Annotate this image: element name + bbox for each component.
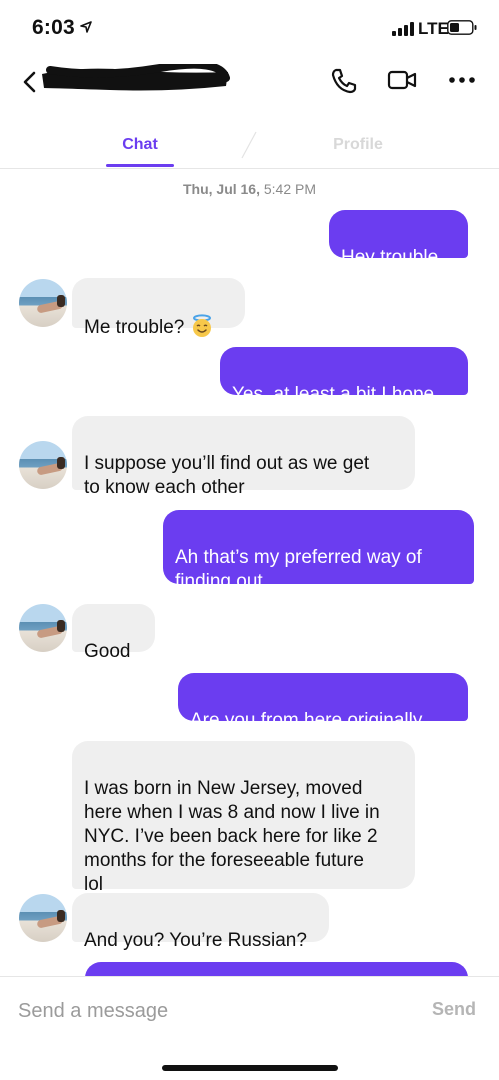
- message-text: Me trouble?: [84, 317, 185, 338]
- incoming-message[interactable]: And you? You’re Russian?: [72, 893, 329, 951]
- message-text: Ah that’s my preferred way of finding ou…: [175, 547, 422, 592]
- incoming-message[interactable]: I suppose you’ll find out as we get to k…: [72, 416, 415, 498]
- contact-name-redaction: [42, 64, 230, 91]
- message-text: I was born in New Jersey, moved here whe…: [84, 778, 380, 895]
- status-time: 6:03: [32, 16, 75, 39]
- message-text: Yes, at least a bit I hope: [232, 384, 435, 405]
- incoming-message[interactable]: Me trouble?: [72, 278, 245, 338]
- phone-icon[interactable]: [329, 66, 359, 94]
- status-bar: 6:03 LTE: [0, 0, 499, 56]
- tabs-divider-line: [0, 168, 499, 169]
- smiling-face-with-halo-icon: [193, 314, 212, 337]
- message-text: I suppose you’ll find out as we get to k…: [84, 453, 370, 498]
- message-text: Hey trouble: [341, 247, 439, 268]
- message-text: Are you from here originally: [190, 710, 423, 731]
- chat-header: [0, 56, 499, 116]
- outgoing-message[interactable]: Yes, at least a bit I hope: [220, 347, 468, 405]
- video-camera-icon[interactable]: [387, 66, 417, 94]
- incoming-message[interactable]: Good: [72, 604, 155, 662]
- avatar[interactable]: [19, 894, 67, 942]
- tab-bar: Chat Profile: [0, 124, 499, 170]
- signal-icon: [392, 22, 414, 36]
- message-text: Good: [84, 641, 131, 662]
- home-indicator: [162, 1065, 338, 1071]
- avatar[interactable]: [19, 441, 67, 489]
- avatar[interactable]: [19, 604, 67, 652]
- send-button[interactable]: Send: [432, 999, 476, 1020]
- battery-icon: [447, 20, 477, 35]
- conversation-timestamp: Thu, Jul 16, 5:42 PM: [0, 181, 499, 197]
- location-arrow-icon: [80, 21, 92, 33]
- outgoing-message[interactable]: Are you from here originally: [178, 673, 468, 731]
- more-icon[interactable]: [448, 66, 478, 94]
- tab-chat[interactable]: Chat: [106, 136, 174, 154]
- incoming-message[interactable]: I was born in New Jersey, moved here whe…: [72, 741, 415, 895]
- active-tab-indicator: [106, 164, 174, 167]
- timestamp-time: 5:42 PM: [263, 181, 317, 197]
- outgoing-message[interactable]: Hey trouble: [329, 210, 468, 268]
- message-text: And you? You’re Russian?: [84, 930, 307, 951]
- back-chevron-icon[interactable]: [20, 70, 38, 94]
- outgoing-message[interactable]: Ah that’s my preferred way of finding ou…: [163, 510, 474, 592]
- timestamp-day: Thu, Jul 16,: [182, 181, 260, 197]
- avatar[interactable]: [19, 279, 67, 327]
- message-input[interactable]: [18, 995, 398, 1027]
- message-composer: Send: [0, 977, 499, 1080]
- tab-divider: [241, 131, 257, 159]
- tab-profile[interactable]: Profile: [320, 136, 396, 154]
- network-type: LTE: [418, 19, 449, 38]
